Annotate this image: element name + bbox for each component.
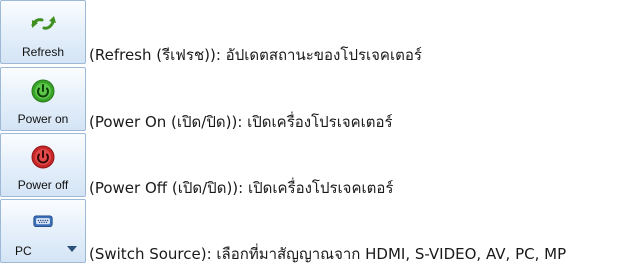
power-off-icon (31, 145, 55, 169)
power-off-row: Power off (Power Off (เปิด/ปิด)): เปิดเค… (0, 133, 393, 197)
source-description: (Switch Source): เลือกที่มาสัญญาณจาก HDM… (89, 245, 567, 263)
power-on-icon (31, 79, 55, 103)
power-off-button[interactable]: Power off (0, 133, 86, 197)
power-on-description: (Power On (เปิด/ปิด)): เปิดเครื่องโปรเจค… (89, 113, 393, 131)
refresh-button[interactable]: Refresh (0, 0, 86, 64)
vga-port-icon (33, 215, 53, 227)
refresh-button-label: Refresh (21, 45, 65, 59)
refresh-row: Refresh (Refresh (รีเฟรช)): อัปเดตสถานะข… (0, 0, 422, 64)
power-on-button-label: Power on (17, 112, 69, 126)
refresh-description: (Refresh (รีเฟรช)): อัปเดตสถานะของโปรเจค… (89, 46, 422, 64)
source-select-button[interactable]: PC (0, 199, 86, 263)
power-off-description: (Power Off (เปิด/ปิด)): เปิดเครื่องโปรเจ… (89, 179, 394, 197)
power-on-button[interactable]: Power on (0, 67, 86, 131)
source-select-label: PC (15, 244, 32, 258)
refresh-arrows-icon (31, 16, 56, 30)
source-row: PC (Switch Source): เลือกที่มาสัญญาณจาก … (0, 199, 566, 263)
power-off-button-label: Power off (17, 178, 69, 192)
power-on-row: Power on (Power On (เปิด/ปิด)): เปิดเครื… (0, 67, 393, 131)
chevron-down-icon[interactable] (66, 245, 78, 253)
